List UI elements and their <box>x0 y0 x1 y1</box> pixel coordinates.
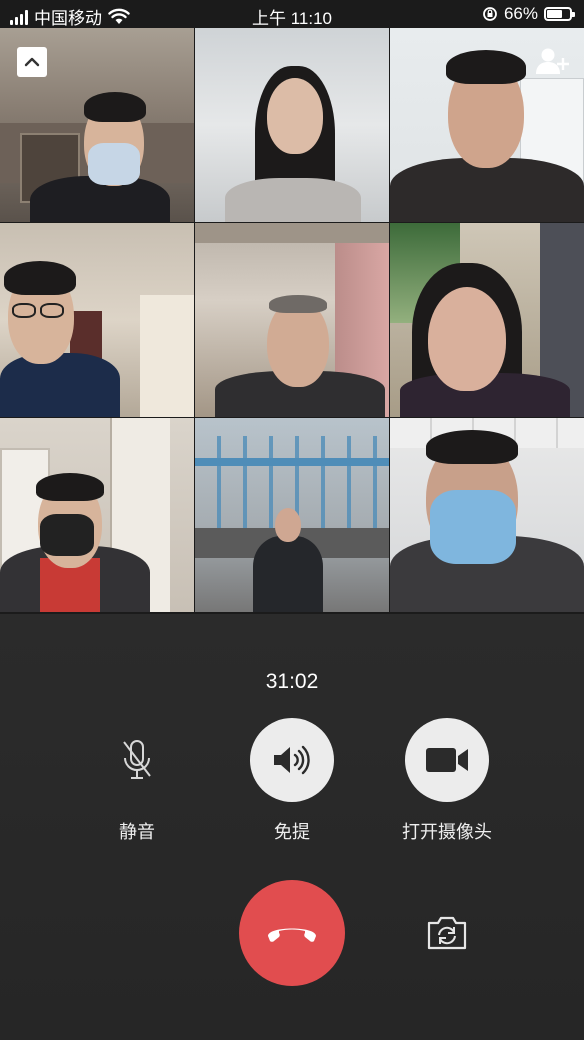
mute-control[interactable]: 静音 <box>77 718 197 844</box>
call-timer: 31:02 <box>265 670 319 693</box>
phone-hangup-icon <box>268 928 316 942</box>
status-left: 中国移动 <box>10 4 130 29</box>
participant-tile[interactable] <box>195 223 389 417</box>
participant-tile[interactable] <box>390 418 584 612</box>
carrier-name: 中国移动 <box>34 9 102 28</box>
participant-tile[interactable] <box>0 418 194 612</box>
speaker-label: 免提 <box>274 822 310 842</box>
microphone-off-icon <box>123 740 151 779</box>
video-camera-icon <box>426 748 468 772</box>
camera-control[interactable]: 打开摄像头 <box>387 718 507 844</box>
flip-camera-icon[interactable] <box>426 913 468 951</box>
participant-tile[interactable] <box>0 223 194 417</box>
call-screen: 中国移动 上午 11:10 66% 31:02 静音 免提 打开摄像头 <box>0 0 584 1040</box>
participant-grid <box>0 28 584 614</box>
camera-button[interactable] <box>405 718 489 802</box>
collapse-button[interactable] <box>17 47 47 77</box>
battery-icon <box>544 7 575 21</box>
participant-tile[interactable] <box>195 28 389 222</box>
camera-label: 打开摄像头 <box>402 822 492 842</box>
add-person-icon[interactable] <box>534 46 570 76</box>
participant-tile[interactable] <box>195 418 389 612</box>
mute-button[interactable] <box>95 718 179 802</box>
signal-icon <box>10 9 28 25</box>
speaker-button[interactable] <box>250 718 334 802</box>
speaker-control[interactable]: 免提 <box>232 718 352 844</box>
hangup-button[interactable] <box>239 880 345 986</box>
rotation-lock-icon <box>483 7 497 21</box>
battery-percent: 66% <box>503 4 538 23</box>
wifi-icon <box>108 8 130 24</box>
chevron-up-icon <box>24 57 40 67</box>
participant-tile[interactable] <box>390 223 584 417</box>
status-right: 66% <box>482 4 575 24</box>
speaker-icon <box>274 745 310 775</box>
status-bar: 中国移动 上午 11:10 66% <box>0 0 584 28</box>
battery-fill <box>547 10 562 18</box>
mute-label: 静音 <box>119 822 155 842</box>
